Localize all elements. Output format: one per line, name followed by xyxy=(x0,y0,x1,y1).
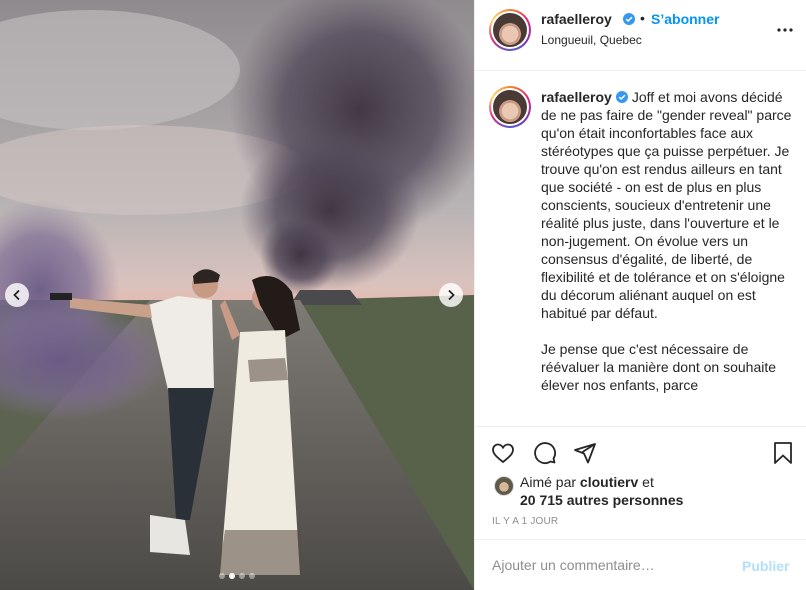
post-caption: rafaelleroy Joff et moi avons décidé de n… xyxy=(541,88,799,412)
add-comment-bar: Publier xyxy=(475,539,806,590)
caption-text-continued: Je pense que c'est nécessaire de réévalu… xyxy=(541,341,777,393)
heart-icon xyxy=(492,443,514,464)
likes-joiner: et xyxy=(642,474,654,490)
save-button[interactable] xyxy=(771,441,795,465)
post-header: rafaelleroy • S’abonner Longueuil, Quebe… xyxy=(475,0,806,71)
share-button[interactable] xyxy=(573,441,597,465)
comment-button[interactable] xyxy=(533,441,557,465)
chevron-right-icon xyxy=(448,289,455,301)
paper-plane-icon xyxy=(574,443,596,464)
comment-bubble-icon xyxy=(534,442,556,464)
more-options-icon[interactable] xyxy=(775,22,795,38)
carousel-indicator xyxy=(0,573,474,579)
carousel-next-button[interactable] xyxy=(439,283,463,307)
chevron-left-icon xyxy=(13,289,20,301)
caption-username[interactable]: rafaelleroy xyxy=(541,89,612,105)
post-actions: Aimé par cloutierv et 20 715 autres pers… xyxy=(475,426,806,539)
likes-summary: Aimé par cloutierv et xyxy=(520,474,654,490)
carousel-dot xyxy=(239,573,245,579)
likes-prefix: Aimé par xyxy=(520,474,577,490)
publish-comment-button[interactable]: Publier xyxy=(742,558,789,574)
follow-button[interactable]: S’abonner xyxy=(651,11,719,27)
caption-author-avatar[interactable] xyxy=(489,86,531,128)
carousel-dot xyxy=(249,573,255,579)
author-avatar[interactable] xyxy=(489,9,531,51)
caption-area[interactable]: rafaelleroy Joff et moi avons décidé de n… xyxy=(475,72,806,426)
verified-badge-icon xyxy=(623,13,635,25)
post-photo[interactable] xyxy=(0,0,474,590)
carousel-prev-button[interactable] xyxy=(5,283,29,307)
separator-dot: • xyxy=(640,10,645,26)
post-side-panel: rafaelleroy • S’abonner Longueuil, Quebe… xyxy=(474,0,806,590)
liker-username[interactable]: cloutierv xyxy=(580,474,638,490)
verified-badge-icon xyxy=(615,91,628,103)
comment-input[interactable] xyxy=(492,556,722,574)
post-location[interactable]: Longueuil, Quebec xyxy=(541,33,642,47)
likes-count-link[interactable]: 20 715 autres personnes xyxy=(520,492,683,508)
author-username[interactable]: rafaelleroy xyxy=(541,11,612,27)
carousel-dot xyxy=(229,573,235,579)
caption-text: Joff et moi avons décidé de ne pas faire… xyxy=(541,89,792,321)
post-timestamp[interactable]: Il y a 1 jour xyxy=(492,516,558,527)
bookmark-icon xyxy=(774,442,792,464)
carousel-dot xyxy=(219,573,225,579)
couple-smoke-photo xyxy=(0,0,474,590)
like-button[interactable] xyxy=(491,441,515,465)
liker-avatar[interactable] xyxy=(494,476,514,496)
